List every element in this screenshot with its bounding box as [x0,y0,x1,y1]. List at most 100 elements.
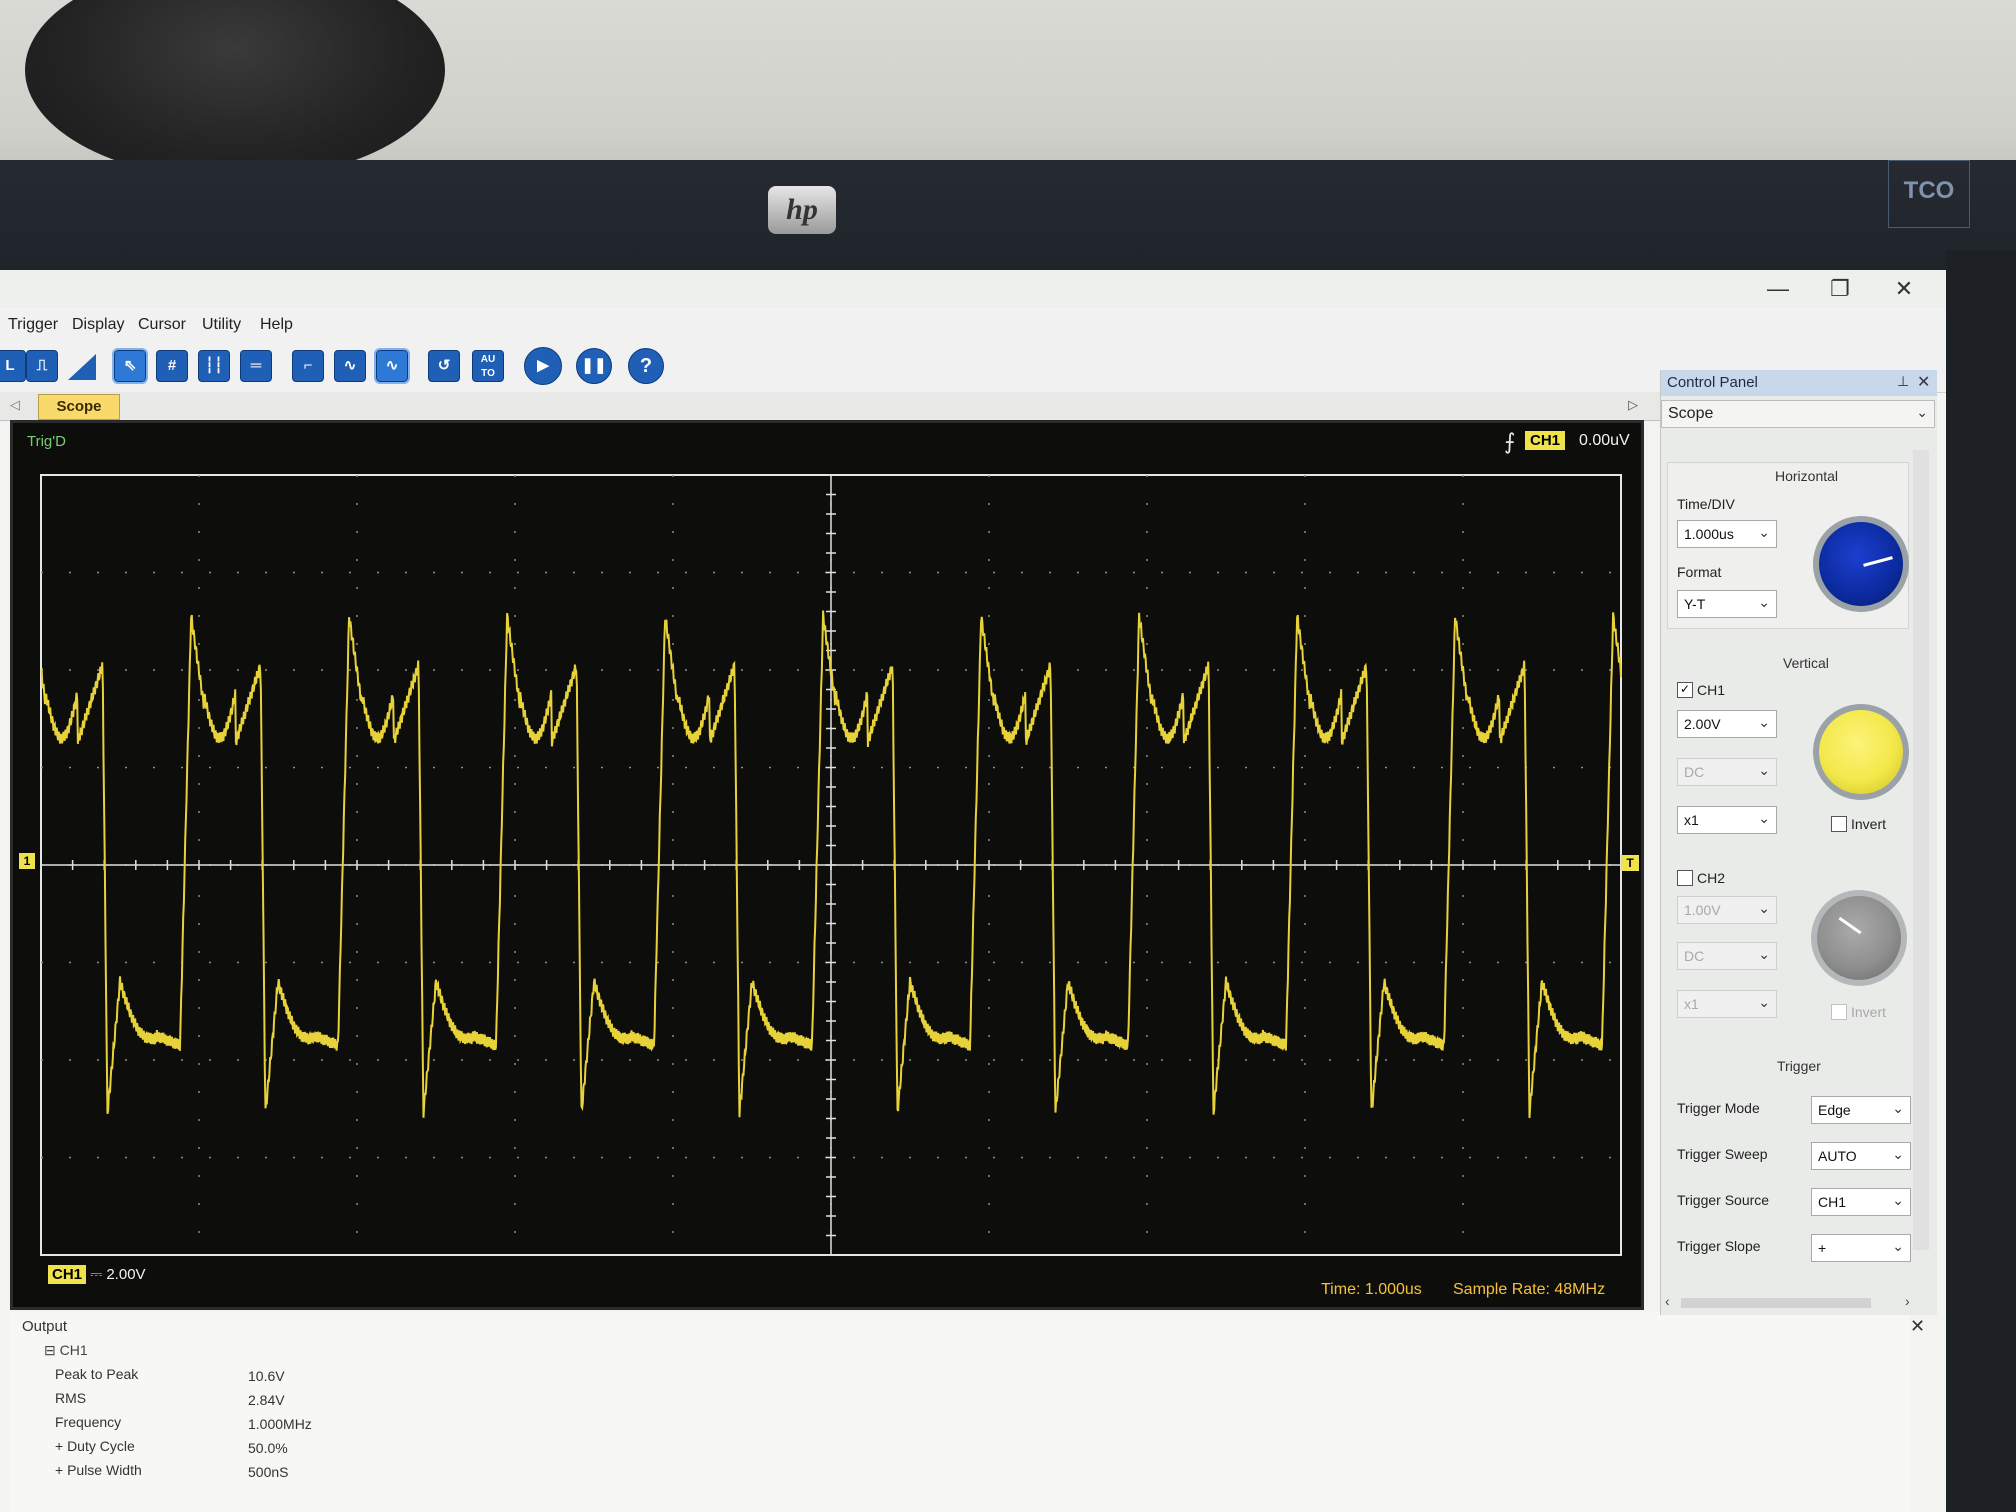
ch2-volts-select[interactable]: 1.00V ⌄ [1677,896,1777,924]
ch2-volts-knob[interactable] [1811,890,1907,986]
control-panel-close-icon[interactable]: ✕ [1917,372,1930,392]
tab-scope[interactable]: Scope [38,394,120,420]
time-div-knob[interactable] [1813,516,1909,612]
trigger-channel-badge: CH1 [1525,431,1566,450]
waveform-plot[interactable] [35,471,1627,1261]
time-div-select[interactable]: 1.000us ⌄ [1677,520,1777,548]
play-button[interactable]: ▶ [524,347,562,385]
trigger-status: Trig'D [27,433,66,450]
grid-button[interactable]: # [156,350,188,382]
ch2-coupling-select[interactable]: DC ⌄ [1677,942,1777,970]
monitor-bezel [0,160,2016,280]
tab-scroll-left-icon[interactable]: ◁ [10,397,20,413]
format-select[interactable]: Y-T ⌄ [1677,590,1777,618]
measure-label: + Pulse Width [55,1462,142,1478]
ch1-invert-checkbox[interactable] [1831,816,1847,832]
chevron-down-icon: ⌄ [1892,1146,1904,1162]
mode-value: Scope [1668,405,1714,422]
menu-trigger[interactable]: Trigger [8,316,58,334]
ramp-button[interactable] [66,350,98,382]
ch2-probe-select[interactable]: x1 ⌄ [1677,990,1777,1018]
minimize-button[interactable]: — [1748,270,1808,308]
ch1-coupling-select[interactable]: DC ⌄ [1677,758,1777,786]
oscilloscope-app-window: — ❐ ✕ Trigger Display Cursor Utility Hel… [0,270,1946,1512]
help-button[interactable]: ? [628,348,664,384]
trigger-slope-label: Trigger Slope [1677,1238,1761,1254]
ch2-checkbox[interactable] [1677,870,1693,886]
knob-indicator [1838,916,1862,935]
pause-button[interactable]: ❚❚ [576,348,612,384]
chevron-down-icon: ⌄ [1758,900,1770,916]
menu-cursor[interactable]: Cursor [138,316,186,334]
pause-icon: ❚❚ [581,357,607,374]
trigger-mode-value: Edge [1818,1102,1851,1118]
channel-scale: 2.00V [106,1266,146,1283]
control-panel-header: Control Panel ⊥ ✕ [1661,370,1937,396]
horizontal-title: Horizontal [1775,468,1839,484]
trigger-slope-select[interactable]: + ⌄ [1811,1234,1911,1262]
mode-select[interactable]: Scope ⌄ [1661,400,1935,428]
chevron-down-icon: ⌄ [1892,1100,1904,1116]
chevron-down-icon: ⌄ [1758,994,1770,1010]
pulse-button[interactable]: ⎍ [26,350,58,382]
coupling-dc-icon: ⎓ [90,1266,103,1283]
output-channel-node[interactable]: ⊟ CH1 [44,1342,88,1359]
scroll-left-icon[interactable]: ‹ [1665,1293,1670,1309]
time-div-value: 1.000us [1684,526,1734,542]
toolbar: L ⎍ ⇖ # ┆┆ ═ ⌐ ∿ ∿ ↺ AU TO ▶ ❚❚ ? [0,342,1946,393]
control-panel-hscrollbar[interactable]: ‹ › [1665,1293,1931,1311]
chevron-down-icon: ⌄ [1758,946,1770,962]
scroll-right-icon[interactable]: › [1905,1293,1910,1309]
trigger-mode-label: Trigger Mode [1677,1100,1760,1116]
select-cursor-button[interactable]: ⇖ [112,348,148,384]
pulse-icon: ⎍ [36,357,48,374]
menu-help[interactable]: Help [260,316,293,334]
help-icon: ? [639,355,653,377]
document-tab-strip: ◁ Scope ▷ [0,392,1660,421]
measure-value: 1.000MHz [248,1416,312,1432]
trigger-mode-select[interactable]: Edge ⌄ [1811,1096,1911,1124]
ch1-volts-knob[interactable] [1813,704,1909,800]
menu-display[interactable]: Display [72,316,124,334]
trigger-level-marker[interactable]: T [1621,855,1639,871]
output-close-icon[interactable]: ✕ [1910,1316,1925,1337]
chevron-down-icon: ⌄ [1892,1238,1904,1254]
ch2-invert-checkbox[interactable] [1831,1004,1847,1020]
channel-button[interactable]: L [0,350,26,382]
ch2-label: CH2 [1697,870,1726,886]
tab-scroll-right-icon[interactable]: ▷ [1628,397,1638,413]
trigger-source-select[interactable]: CH1 ⌄ [1811,1188,1911,1216]
ch2-coupling-value: DC [1684,948,1705,964]
chevron-down-icon: ⌄ [1758,524,1770,540]
ch1-volts-select[interactable]: 2.00V ⌄ [1677,710,1777,738]
wave-icon: ∿ [343,357,357,374]
rising-edge-button[interactable]: ⌐ [292,350,324,382]
scroll-thumb[interactable] [1681,1298,1871,1308]
auto-button[interactable]: AU TO [472,350,504,382]
ch1-ground-marker[interactable]: 1 [19,853,35,869]
chevron-down-icon: ⌄ [1758,714,1770,730]
trigger-sweep-select[interactable]: AUTO ⌄ [1811,1142,1911,1170]
ch1-probe-select[interactable]: x1 ⌄ [1677,806,1777,834]
trigger-title: Trigger [1777,1058,1821,1074]
ch1-checkbox[interactable]: ✓ [1677,682,1693,698]
sine-wave-button[interactable]: ∿ [374,348,410,384]
ch1-probe-value: x1 [1684,812,1699,828]
scope-display[interactable]: Trig'D ⨍ CH1 0.00uV 1 T CH1 ⎓ 2.00V Time… [10,420,1644,1310]
close-button[interactable]: ✕ [1874,270,1934,308]
menu-utility[interactable]: Utility [202,316,241,334]
measure-value: 500nS [248,1464,289,1480]
measure-label: RMS [55,1390,87,1406]
vertical-cursor-icon: ┆┆ [204,357,224,374]
pin-icon[interactable]: ⊥ [1897,373,1909,390]
monitor-brand-badge: TCO [1888,160,1970,228]
format-label: Format [1677,564,1722,580]
sine-wave-icon: ∿ [385,357,399,374]
wave-button[interactable]: ∿ [334,350,366,382]
horizontal-cursor-button[interactable]: ═ [240,350,272,382]
restore-button[interactable]: ❐ [1810,270,1870,308]
select-cursor-icon: ⇖ [123,357,137,374]
control-panel-scrollbar[interactable] [1913,450,1929,1250]
refresh-button[interactable]: ↺ [428,350,460,382]
vertical-cursor-button[interactable]: ┆┆ [198,350,230,382]
